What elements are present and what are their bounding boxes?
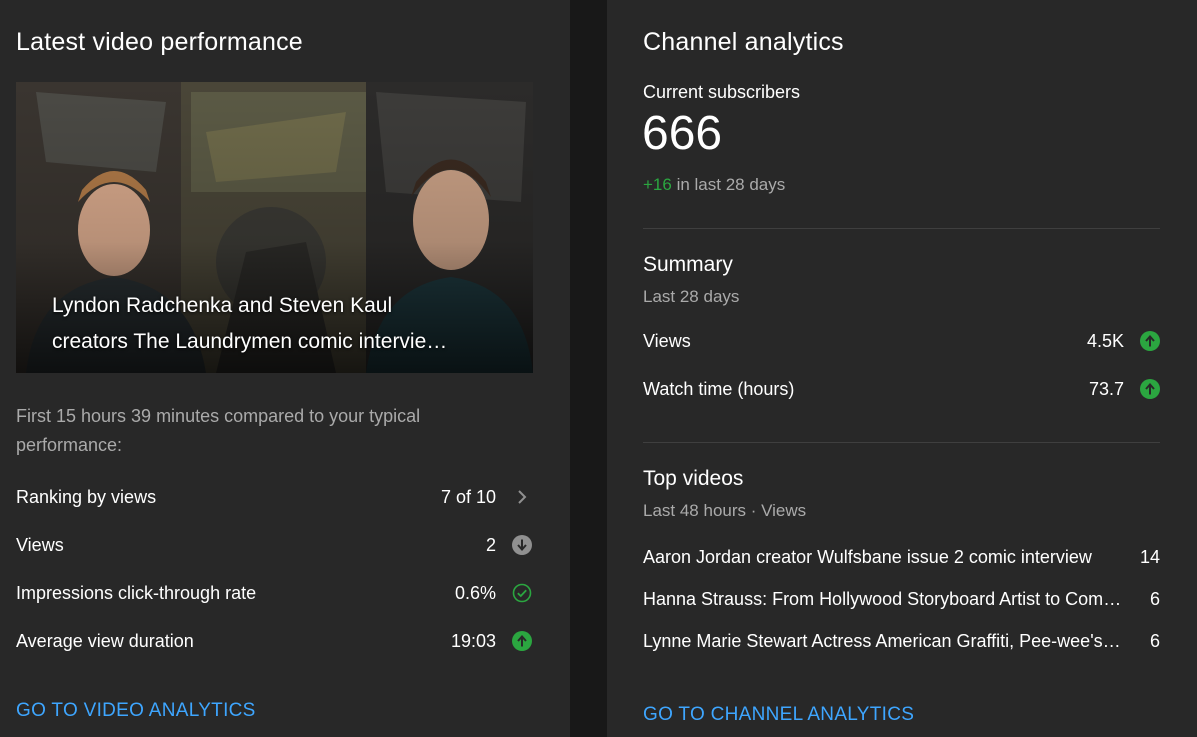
arrow-up-circle-icon <box>512 631 532 651</box>
metric-row-avg-duration: Average view duration 19:03 <box>16 626 534 656</box>
card-title: Latest video performance <box>16 28 303 56</box>
top-video-views: 6 <box>1149 589 1160 609</box>
summary-title: Summary <box>643 253 733 276</box>
summary-label: Views <box>643 331 691 351</box>
arrow-down-circle-icon <box>512 535 532 555</box>
check-circle-icon <box>512 583 532 603</box>
top-video-title: Hanna Strauss: From Hollywood Storyboard… <box>643 589 1123 609</box>
metric-label: Impressions click-through rate <box>16 583 257 603</box>
summary-label: Watch time (hours) <box>643 379 795 399</box>
metric-label: Average view duration <box>16 631 194 651</box>
arrow-up-circle-icon <box>1140 331 1160 351</box>
latest-video-card: Latest video performance Lyndon Radchenk… <box>0 0 570 737</box>
top-video-row[interactable]: Hanna Strauss: From Hollywood Storyboard… <box>643 584 1160 614</box>
arrow-up-circle-icon <box>1140 379 1160 399</box>
thumbnail-title-line1: Lyndon Radchenka and Steven Kaul <box>52 294 393 317</box>
divider <box>643 228 1160 229</box>
metric-value: 19:03 <box>450 631 496 651</box>
go-to-video-analytics-link[interactable]: GO TO VIDEO ANALYTICS <box>16 700 256 722</box>
subscribers-change: +16 in last 28 days <box>643 175 785 195</box>
summary-row-views: Views 4.5K <box>643 326 1160 356</box>
summary-value: 73.7 <box>1088 379 1124 399</box>
divider <box>643 442 1160 443</box>
metric-label: Views <box>16 535 64 555</box>
card-title: Channel analytics <box>643 28 844 56</box>
top-video-views: 14 <box>1139 547 1160 567</box>
metric-row-ctr: Impressions click-through rate 0.6% <box>16 578 534 608</box>
thumbnail-title: Lyndon Radchenka and Steven Kaul creator… <box>52 288 502 360</box>
top-videos-title: Top videos <box>643 467 744 490</box>
top-video-row[interactable]: Aaron Jordan creator Wulfsbane issue 2 c… <box>643 542 1160 572</box>
metric-label: Ranking by views <box>16 487 157 507</box>
video-thumbnail[interactable]: Lyndon Radchenka and Steven Kaul creator… <box>16 82 533 373</box>
top-video-views: 6 <box>1149 631 1160 651</box>
go-to-channel-analytics-link[interactable]: GO TO CHANNEL ANALYTICS <box>643 704 914 726</box>
metric-value: 0.6% <box>454 583 496 603</box>
subscribers-label: Current subscribers <box>643 82 801 102</box>
summary-period: Last 28 days <box>643 287 740 306</box>
thumbnail-title-line2: creators The Laundrymen comic intervie… <box>52 330 448 353</box>
subscribers-delta: +16 <box>643 175 672 194</box>
top-video-title: Lynne Marie Stewart Actress American Gra… <box>643 631 1123 651</box>
metric-value: 2 <box>485 535 496 555</box>
subscribers-delta-suffix: in last 28 days <box>676 175 786 194</box>
metric-row-views: Views 2 <box>16 530 534 560</box>
chevron-right-icon[interactable] <box>512 487 532 507</box>
summary-value: 4.5K <box>1086 331 1124 351</box>
subscribers-count: 666 <box>642 107 723 160</box>
metric-value: 7 of 10 <box>440 487 496 507</box>
top-video-title: Aaron Jordan creator Wulfsbane issue 2 c… <box>643 547 1092 567</box>
compare-note: First 15 hours 39 minutes compared to yo… <box>16 406 421 455</box>
metric-row-ranking[interactable]: Ranking by views 7 of 10 <box>16 482 534 512</box>
channel-analytics-card: Channel analytics Current subscribers 66… <box>607 0 1197 737</box>
top-video-row[interactable]: Lynne Marie Stewart Actress American Gra… <box>643 626 1160 656</box>
top-videos-period: Last 48 hours · Views <box>643 501 807 520</box>
summary-row-watch-time: Watch time (hours) 73.7 <box>643 374 1160 404</box>
